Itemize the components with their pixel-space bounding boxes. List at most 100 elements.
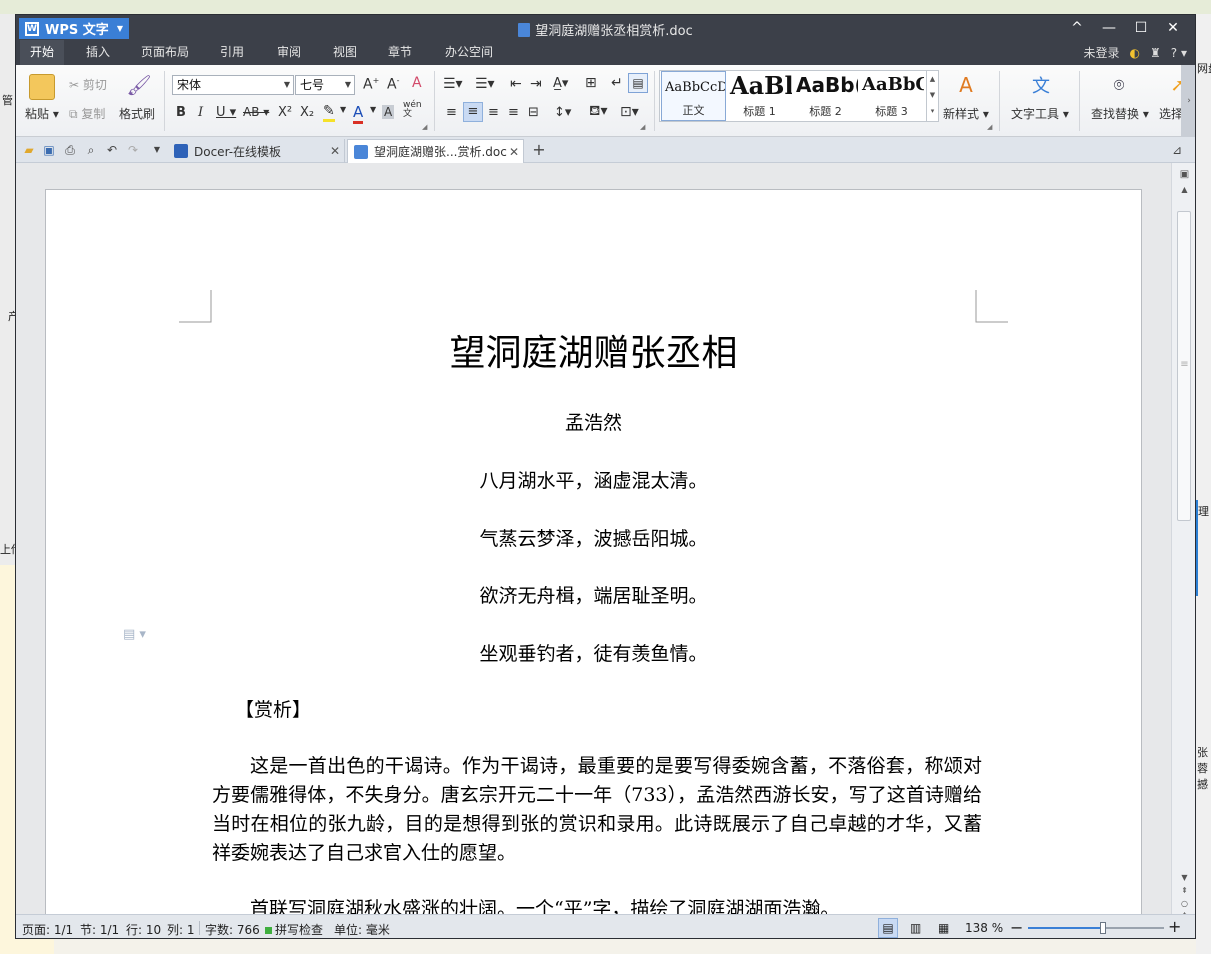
prev-page-icon[interactable]: ⇞ (1172, 886, 1195, 895)
dialog-launcher-icon[interactable]: ◢ (422, 123, 427, 131)
align-left-icon[interactable]: ≡ (446, 105, 457, 120)
print-icon[interactable]: ⎙ (62, 142, 78, 158)
new-style-icon[interactable]: A (953, 72, 979, 98)
cut-button[interactable]: ✂ 剪切 (69, 76, 107, 93)
paste-button[interactable]: 粘贴 ▾ (25, 105, 59, 122)
binoculars-icon[interactable]: ⌾ (1106, 72, 1132, 98)
shirt-icon[interactable]: ♜ (1150, 46, 1161, 60)
text-tools-button[interactable]: 文字工具 ▾ (1011, 105, 1069, 122)
copy-button[interactable]: ⧉ 复制 (69, 105, 105, 122)
vertical-scrollbar[interactable]: ▣ ▲ ≡ ▼ ⇞ ○ ⇟ (1171, 163, 1195, 920)
clear-format-button[interactable]: A (412, 75, 422, 91)
text-tools-icon[interactable]: 文 (1028, 72, 1054, 98)
table-icon[interactable]: ⊞ (585, 75, 597, 91)
document-page[interactable]: 望洞庭湖赠张丞相 孟浩然 八月湖水平，涵虚混太清。 气蒸云梦泽，波撼岳阳城。 欲… (45, 189, 1142, 914)
grow-font-button[interactable]: A+ (363, 76, 379, 93)
status-word-count[interactable]: 字数: 766 (205, 921, 260, 938)
font-name-select[interactable]: 宋体 ▼ (172, 75, 294, 95)
bullets-icon[interactable]: ☰▾ (443, 76, 463, 92)
status-column[interactable]: 列: 1 (167, 921, 195, 938)
gallery-scroll[interactable]: ▲ ▼ ▾ (926, 71, 938, 121)
tab-page-layout[interactable]: 页面布局 (131, 40, 199, 65)
increase-indent-icon[interactable]: ⇥ (530, 76, 542, 92)
superscript-button[interactable]: X² (278, 105, 292, 120)
dialog-launcher-icon[interactable]: ◢ (640, 123, 645, 131)
tab-office-space[interactable]: 办公空间 (435, 40, 503, 65)
chevron-down-icon[interactable]: ▼ (340, 105, 346, 114)
bold-button[interactable]: B (176, 105, 186, 120)
strikethrough-button[interactable]: AB ▾ (243, 105, 269, 119)
poem-line[interactable]: 气蒸云梦泽，波撼岳阳城。 (46, 524, 1141, 551)
tab-references[interactable]: 引用 (210, 40, 254, 65)
browse-object-icon[interactable]: ○ (1172, 899, 1195, 908)
split-view-icon[interactable]: ▣ (1172, 169, 1195, 180)
text-direction-icon[interactable]: A̲▾ (553, 76, 568, 91)
redo-icon[interactable]: ↷ (125, 142, 141, 158)
spell-check-toggle[interactable]: 拼写检查 (265, 921, 323, 938)
pinyin-guide-icon[interactable]: wén 文 (403, 101, 422, 119)
tab-view[interactable]: 视图 (323, 40, 367, 65)
decrease-indent-icon[interactable]: ⇤ (510, 76, 522, 92)
section-heading[interactable]: 【赏析】 (235, 695, 311, 722)
chevron-down-icon[interactable]: ▼ (370, 105, 376, 114)
scroll-down-arrow[interactable]: ▼ (1172, 873, 1195, 882)
tab-docer-templates[interactable]: Docer-在线模板 ✕ (168, 139, 345, 163)
poem-author[interactable]: 孟浩然 (46, 408, 1141, 435)
underline-button[interactable]: U ▾ (216, 105, 236, 120)
close-tab-icon[interactable]: ✕ (330, 144, 340, 158)
shrink-font-button[interactable]: A- (387, 76, 399, 93)
ribbon-scroll-right[interactable]: › (1181, 65, 1195, 137)
highlight-icon[interactable]: ✎ (323, 103, 335, 122)
style-normal[interactable]: AaBbCcDd 正文 (661, 71, 726, 121)
customize-toolbar-icon[interactable]: ▼ (149, 142, 165, 158)
status-page[interactable]: 页面: 1/1 (22, 921, 73, 938)
tab-review[interactable]: 审阅 (267, 40, 311, 65)
minimize-button[interactable]: — (1093, 17, 1125, 39)
subscript-button[interactable]: X₂ (300, 105, 314, 120)
close-button[interactable]: ✕ (1157, 17, 1189, 39)
login-link[interactable]: 未登录 (1084, 44, 1120, 61)
status-line[interactable]: 行: 10 (126, 921, 161, 938)
shading-icon[interactable]: ⛾▾ (589, 103, 607, 121)
status-section[interactable]: 节: 1/1 (80, 921, 119, 938)
distribute-icon[interactable]: ⊟ (528, 105, 539, 120)
font-color-icon[interactable]: A (353, 103, 364, 124)
ribbon-collapse-button[interactable]: ^ (1061, 17, 1093, 39)
poem-line[interactable]: 八月湖水平，涵虚混太清。 (46, 466, 1141, 493)
zoom-slider[interactable] (1028, 922, 1164, 934)
scroll-up-arrow[interactable]: ▲ (1172, 185, 1195, 194)
zoom-in-button[interactable]: + (1168, 917, 1181, 936)
italic-button[interactable]: I (198, 105, 203, 120)
save-icon[interactable]: ▣ (41, 142, 57, 158)
new-tab-button[interactable]: + (531, 142, 547, 158)
show-marks-icon[interactable]: ▤ (628, 73, 648, 93)
zoom-level[interactable]: 138 % (965, 921, 1003, 935)
select-button[interactable]: 选择 (1159, 105, 1183, 122)
paragraph-handle-icon[interactable]: ▤ ▾ (123, 627, 146, 642)
font-size-select[interactable]: 七号 ▼ (295, 75, 355, 95)
outline-view-icon[interactable]: ▥ (910, 921, 921, 935)
justify-icon[interactable]: ≡ (508, 105, 519, 120)
tab-current-document[interactable]: 望洞庭湖赠张...赏析.doc ✕ (347, 139, 524, 163)
poem-line[interactable]: 欲济无舟楫，端居耻圣明。 (46, 581, 1141, 608)
dialog-launcher-icon[interactable]: ◢ (987, 123, 992, 131)
border-icon[interactable]: ⊡▾ (620, 104, 639, 120)
find-replace-button[interactable]: 查找替换 ▾ (1091, 105, 1149, 122)
style-heading-3[interactable]: AaBbC 标题 3 (859, 71, 924, 121)
zoom-out-button[interactable]: − (1010, 918, 1023, 937)
align-right-icon[interactable]: ≡ (488, 105, 499, 120)
print-preview-icon[interactable]: ⌕ (83, 142, 99, 158)
style-heading-1[interactable]: AaBl 标题 1 (727, 71, 792, 121)
new-style-button[interactable]: 新样式 ▾ (943, 105, 989, 122)
document-title[interactable]: 望洞庭湖赠张丞相 (46, 324, 1141, 376)
format-painter-button[interactable]: 格式刷 (119, 105, 155, 122)
tab-insert[interactable]: 插入 (76, 40, 120, 65)
undo-icon[interactable]: ↶ (104, 142, 120, 158)
poem-line[interactable]: 坐观垂钓者，徒有羡鱼情。 (46, 639, 1141, 666)
maximize-button[interactable]: ☐ (1125, 17, 1157, 39)
skin-icon[interactable]: ◐ (1130, 46, 1140, 60)
help-button[interactable]: ? ▾ (1171, 46, 1187, 60)
open-icon[interactable]: ▰ (21, 142, 37, 158)
page-view-icon[interactable]: ▤ (878, 918, 898, 938)
zoom-slider-knob[interactable] (1099, 922, 1106, 934)
